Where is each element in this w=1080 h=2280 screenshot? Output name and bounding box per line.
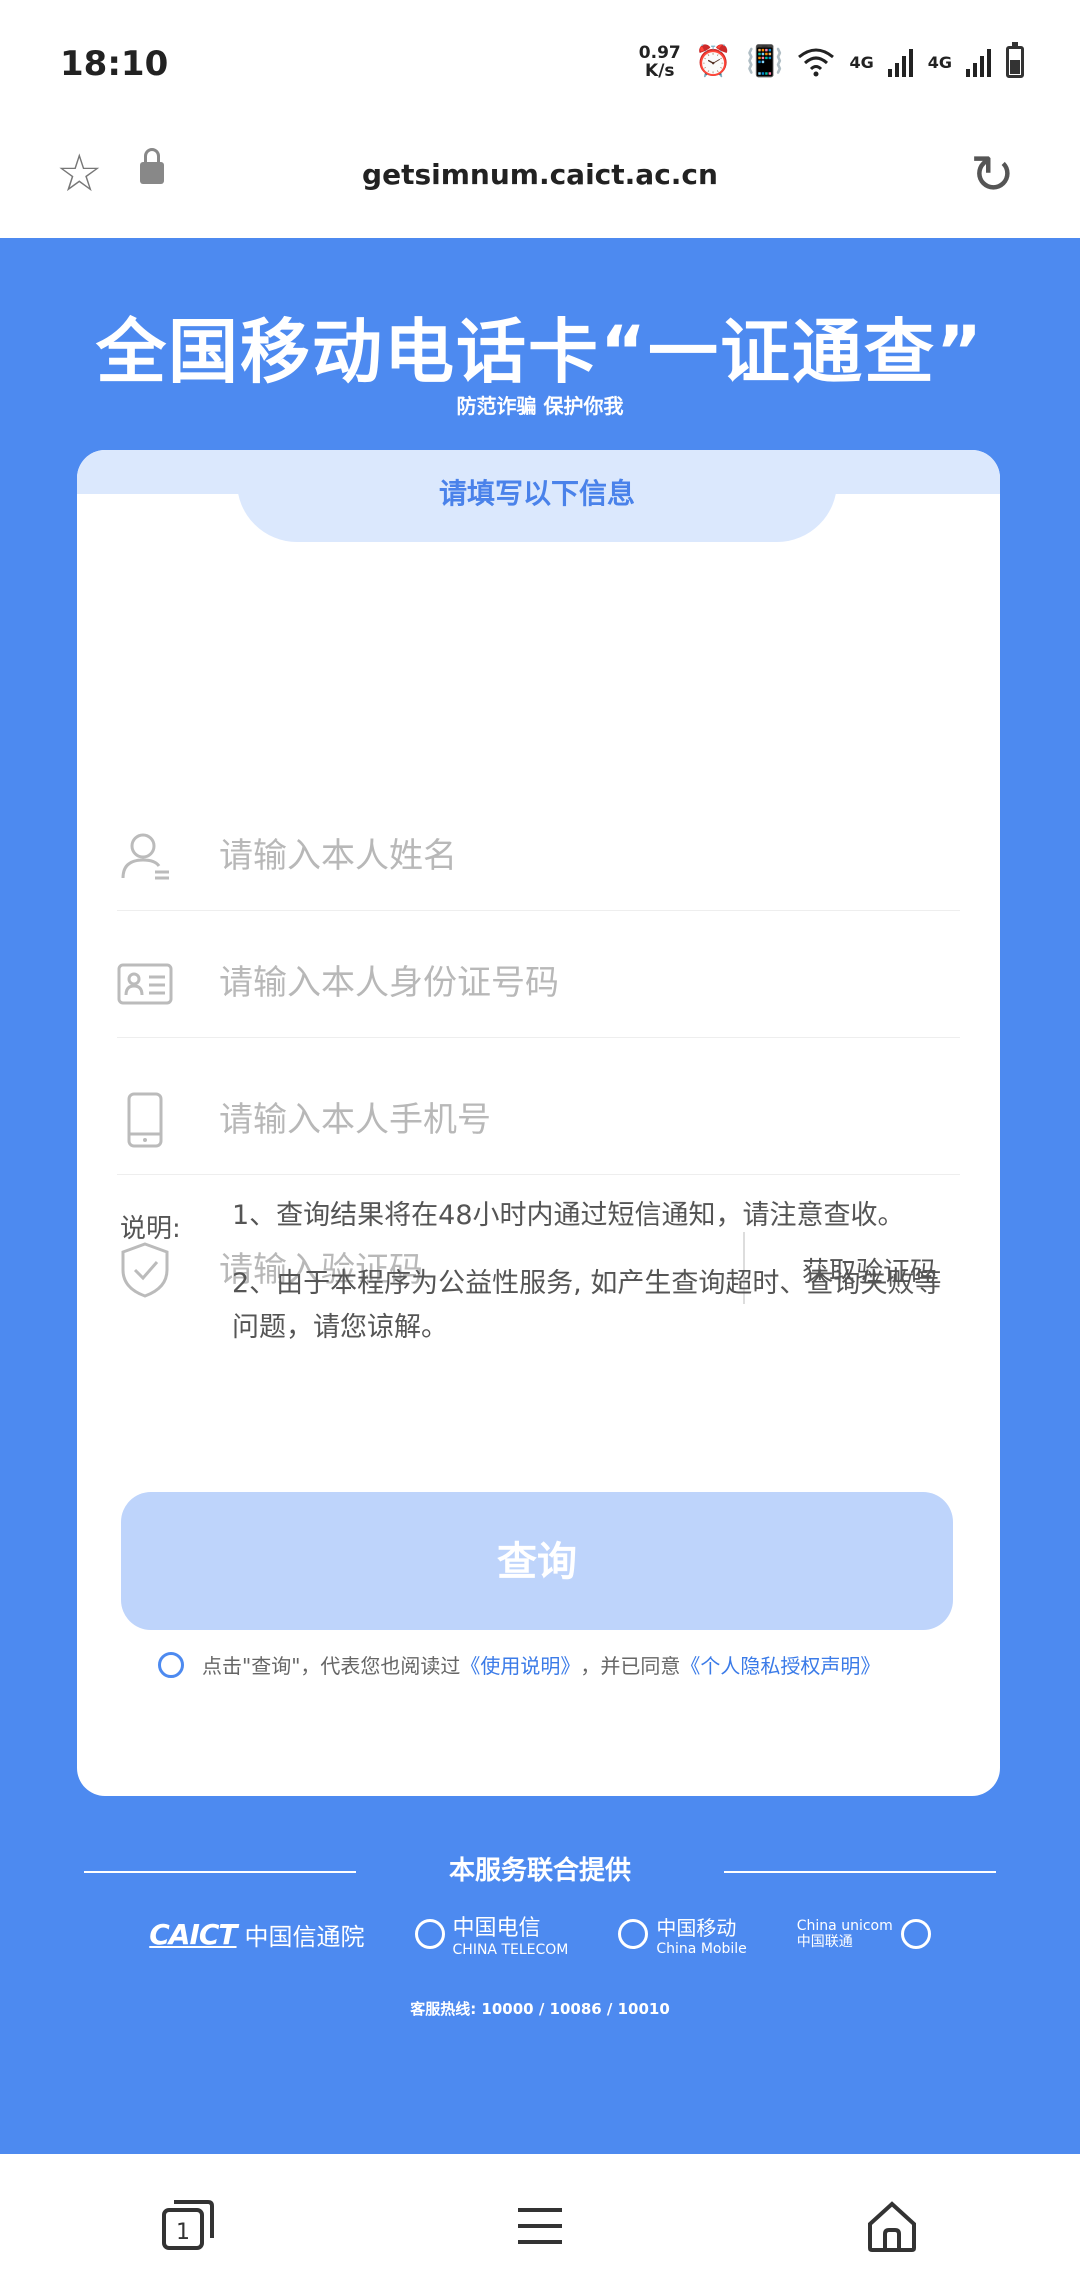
footer-title: 本服务联合提供 xyxy=(448,1856,631,1886)
caict-logo: CAICT 中国信通院 xyxy=(149,1917,365,1951)
usage-terms-link[interactable]: 《使用说明》 xyxy=(460,1650,580,1679)
unicom-mark-icon xyxy=(900,1919,931,1949)
note-2: 2、由于本程序为公益性服务, 如产生查询超时、查询失败等问题，请您谅解。 xyxy=(232,1268,942,1343)
id-card-icon xyxy=(117,963,173,1005)
status-time: 18:10 xyxy=(60,44,169,84)
agreement-prefix: 点击"查询"，代表您也阅读过 xyxy=(202,1654,461,1678)
alarm-icon: ⏰ xyxy=(694,44,733,79)
page-subtitle: 防范诈骗 保护你我 xyxy=(456,394,624,418)
tab-count: 1 xyxy=(176,2220,190,2245)
menu-icon[interactable] xyxy=(510,2196,570,2256)
url-text[interactable]: getsimnum.caict.ac.cn xyxy=(0,158,1080,191)
status-icons: 0.97 K/s ⏰ 📳 4G 4G xyxy=(638,42,1024,81)
note-1: 1、查询结果将在48小时内通过短信通知，请注意查收。 xyxy=(232,1200,905,1231)
partner-logos: CAICT 中国信通院 中国电信 CHINA TELECOM 中国移动 Chin… xyxy=(0,1910,1080,1958)
name-field-row xyxy=(117,800,960,911)
china-unicom-logo: China unicom 中国联通 xyxy=(797,1918,931,1950)
shield-check-icon xyxy=(121,1242,169,1298)
phone-icon xyxy=(127,1092,163,1148)
phone-field-row xyxy=(117,1064,960,1175)
phone-input[interactable] xyxy=(219,1092,719,1148)
telecom-mark-icon xyxy=(414,1919,445,1949)
china-mobile-logo: 中国移动 China Mobile xyxy=(618,1912,747,1957)
china-telecom-logo: 中国电信 CHINA TELECOM xyxy=(414,1910,568,1958)
form-header: 请填写以下信息 xyxy=(237,450,837,542)
hotline-text: 客服热线: 10000 / 10086 / 10010 xyxy=(410,2000,670,2018)
privacy-policy-link[interactable]: 《个人隐私授权声明》 xyxy=(680,1650,880,1679)
id-number-input[interactable] xyxy=(219,955,719,1011)
network-type-1: 4G xyxy=(849,52,874,72)
notes-label: 说明: xyxy=(120,1214,181,1244)
reload-icon[interactable]: ↻ xyxy=(970,148,1015,202)
name-input[interactable] xyxy=(219,828,719,884)
vibrate-icon: 📳 xyxy=(746,44,784,79)
form-card: 请填写以下信息 请输入本人姓名 请输入本人身份证号码 请输入本人手机号 请输入验… xyxy=(77,450,1000,1796)
id-field-row xyxy=(117,927,960,1038)
query-button[interactable]: 查询 xyxy=(121,1492,953,1630)
agreement-checkbox[interactable] xyxy=(158,1651,184,1678)
battery-icon xyxy=(1006,42,1024,78)
user-icon xyxy=(121,833,169,880)
mobile-mark-icon xyxy=(618,1919,649,1949)
agreement-row: 点击"查询"，代表您也阅读过 《使用说明》 ，并已同意 《个人隐私授权声明》 xyxy=(158,1650,880,1679)
network-type-2: 4G xyxy=(927,52,952,72)
page-content: 全国移动电话卡“一证通查” 防范诈骗 保护你我 请填写以下信息 请输入本人姓名 … xyxy=(0,238,1080,2154)
wifi-icon xyxy=(798,48,835,77)
agreement-middle: ，并已同意 xyxy=(580,1654,681,1678)
signal-icon-1 xyxy=(887,49,913,77)
tabs-icon[interactable]: 1 xyxy=(158,2196,218,2256)
net-speed: 0.97 K/s xyxy=(638,43,681,81)
signal-icon-2 xyxy=(966,49,991,77)
status-bar: 18:10 0.97 K/s ⏰ 📳 4G 4G xyxy=(0,0,1080,120)
home-icon[interactable] xyxy=(862,2196,922,2256)
page-title: 全国移动电话卡“一证通查” xyxy=(95,311,984,393)
